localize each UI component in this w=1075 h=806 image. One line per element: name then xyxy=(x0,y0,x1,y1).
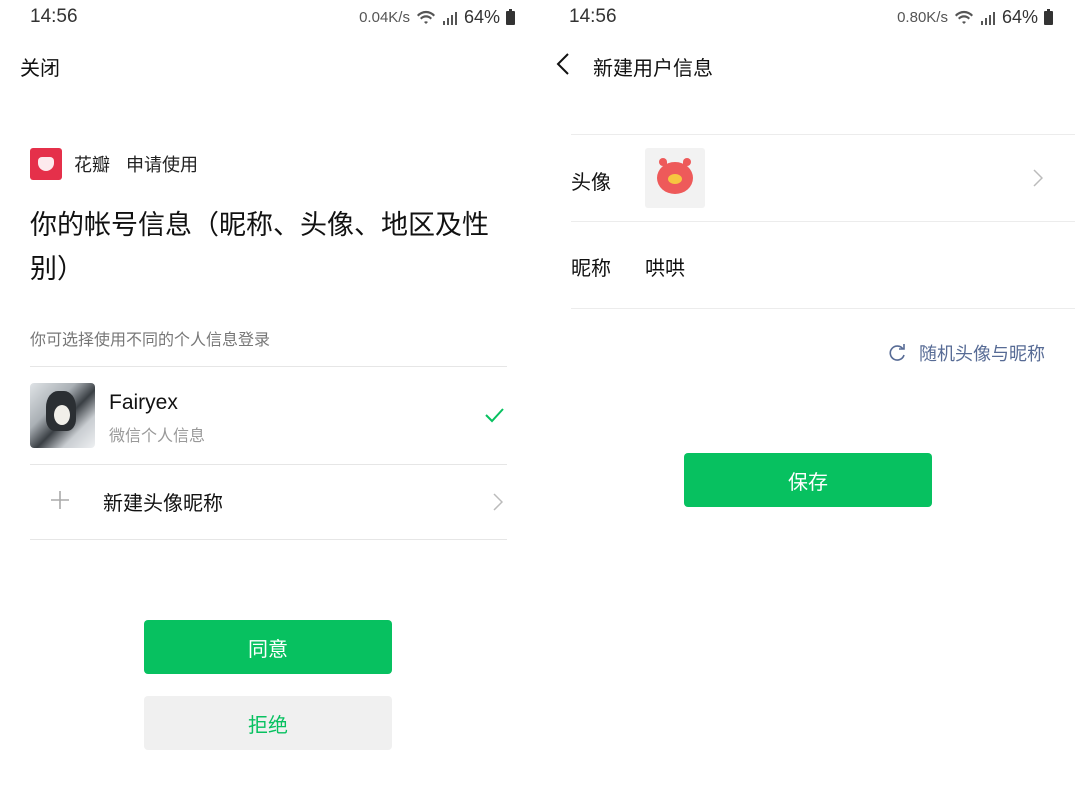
nickname-label: 昵称 xyxy=(571,256,611,280)
random-label: 随机头像与昵称 xyxy=(919,344,1045,365)
battery-icon xyxy=(1044,8,1053,25)
battery-percent: 64% xyxy=(463,7,500,27)
new-user-info-screen: 14:56 0.80K/s 64% 新建用户信息 头像 昵称 哄哄 随机头像与昵… xyxy=(539,0,1075,806)
signal-icon xyxy=(980,11,995,25)
new-profile-label: 新建头像昵称 xyxy=(103,491,223,515)
status-time: 14:56 xyxy=(30,6,78,27)
new-profile-option[interactable]: 新建头像昵称 xyxy=(30,478,507,526)
reject-button[interactable]: 拒绝 xyxy=(144,696,392,750)
battery-icon xyxy=(506,8,515,25)
wifi-icon xyxy=(416,10,435,24)
status-bar: 14:56 0.04K/s 64% xyxy=(0,0,537,34)
back-arrow-icon[interactable] xyxy=(555,52,573,76)
hint-text: 你可选择使用不同的个人信息登录 xyxy=(30,330,271,349)
avatar xyxy=(645,148,705,208)
save-button[interactable]: 保存 xyxy=(684,453,932,507)
wifi-icon xyxy=(954,10,973,24)
network-speed: 0.80K/s xyxy=(897,9,948,26)
network-speed: 0.04K/s xyxy=(359,9,410,26)
agree-button[interactable]: 同意 xyxy=(144,620,392,674)
app-logo xyxy=(30,148,62,180)
divider xyxy=(30,464,507,465)
battery-percent: 64% xyxy=(1001,7,1038,27)
divider xyxy=(571,134,1075,135)
status-time: 14:56 xyxy=(569,6,617,27)
nickname-field[interactable]: 哄哄 xyxy=(645,252,685,281)
close-button[interactable]: 关闭 xyxy=(20,52,60,81)
divider xyxy=(571,308,1075,309)
account-subtitle: 微信个人信息 xyxy=(109,426,206,445)
refresh-icon xyxy=(889,344,905,361)
status-bar: 14:56 0.80K/s 64% xyxy=(539,0,1075,34)
avatar-label: 头像 xyxy=(571,170,611,194)
app-request-row: 花瓣 申请使用 xyxy=(30,148,198,180)
check-icon xyxy=(485,408,504,423)
chevron-right-icon xyxy=(493,493,503,511)
scope-title: 你的帐号信息（昵称、头像、地区及性别） xyxy=(30,210,489,285)
random-avatar-nickname-button[interactable]: 随机头像与昵称 xyxy=(887,340,1045,366)
authorization-screen: 14:56 0.04K/s 64% 关闭 花瓣 申请使用 你的帐号信息（昵称、头… xyxy=(0,0,537,806)
request-text: 申请使用 xyxy=(126,155,198,176)
avatar xyxy=(30,383,95,448)
plus-icon xyxy=(51,491,69,509)
account-name: Fairyex xyxy=(109,391,178,414)
app-name: 花瓣 xyxy=(74,155,110,176)
signal-icon xyxy=(442,11,457,25)
divider xyxy=(30,366,507,367)
divider xyxy=(30,539,507,540)
divider xyxy=(571,221,1075,222)
chevron-right-icon xyxy=(1033,169,1043,187)
account-option-wechat[interactable]: Fairyex 微信个人信息 xyxy=(30,382,507,448)
page-title: 新建用户信息 xyxy=(593,56,713,80)
